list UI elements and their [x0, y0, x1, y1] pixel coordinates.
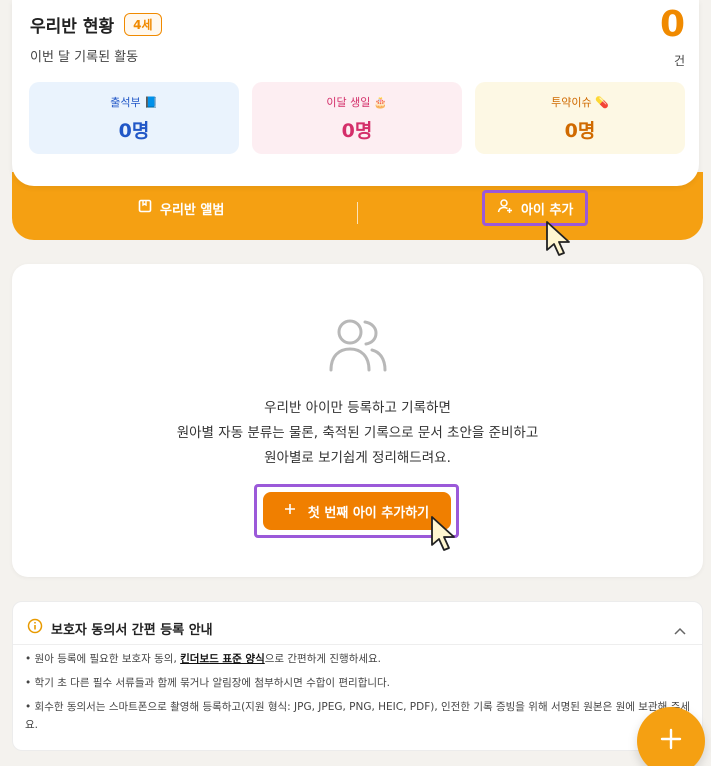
- age-badge: 4세: [124, 13, 162, 36]
- add-child-label: 아이 추가: [521, 202, 574, 218]
- activity-count: 0: [659, 4, 685, 45]
- attendance-value: 0명: [118, 120, 150, 142]
- guide-item: • 학기 초 다른 필수 서류들과 함께 묶거나 알림장에 첨부하시면 수합이 …: [25, 677, 391, 689]
- birthday-label: 이달 생일 🎂: [326, 96, 388, 109]
- birthday-value: 0명: [341, 120, 373, 142]
- guide-divider: [13, 644, 702, 645]
- medication-label: 투약이슈 💊: [551, 96, 609, 109]
- info-icon: [27, 618, 43, 638]
- class-album-label: 우리반 앨범: [160, 202, 225, 218]
- guide-item: • 원아 등록에 필요한 보호자 동의, 킨더보드 표준 양식으로 간편하게 진…: [25, 650, 695, 668]
- plus-icon: [284, 503, 296, 519]
- activity-count-unit: 건: [673, 54, 685, 68]
- guide-title: 보호자 동의서 간편 등록 안내: [51, 622, 213, 638]
- empty-description: 우리반 아이만 등록하고 기록하면 원아별 자동 분류는 물론, 축적된 기록으…: [12, 396, 703, 471]
- cursor-icon: [429, 515, 461, 557]
- guide-header[interactable]: 보호자 동의서 간편 등록 안내: [27, 618, 213, 638]
- add-first-child-label: 첫 번째 아이 추가하기: [307, 505, 430, 521]
- guide-item-text: 으로 간편하게 진행하세요.: [264, 653, 382, 665]
- user-add-icon: [497, 198, 513, 218]
- empty-state-card: 우리반 아이만 등록하고 기록하면 원아별 자동 분류는 물론, 축적된 기록으…: [12, 264, 703, 577]
- chevron-up-icon[interactable]: [674, 620, 686, 639]
- empty-line: 원아별로 보기쉽게 정리해드려요.: [264, 450, 451, 466]
- status-title-row: 우리반 현황 4세: [30, 12, 162, 37]
- medication-value: 0명: [564, 120, 596, 142]
- album-icon: [138, 199, 152, 217]
- status-card: 우리반 현황 4세 이번 달 기록된 활동 0 건 출석부 📘 0명 이달 생일…: [12, 0, 699, 186]
- class-album-button[interactable]: 우리반 앨범: [138, 190, 224, 226]
- empty-line: 우리반 아이만 등록하고 기록하면: [264, 400, 451, 416]
- guide-item: • 회수한 동의서는 스마트폰으로 촬영해 등록하고(지원 형식: JPG, J…: [25, 701, 690, 731]
- action-divider: [357, 202, 358, 224]
- medication-stat[interactable]: 투약이슈 💊 0명: [475, 82, 685, 154]
- guide-item-text: • 원아 등록에 필요한 보호자 동의,: [25, 653, 181, 665]
- status-subtitle: 이번 달 기록된 활동: [30, 50, 139, 65]
- birthday-stat[interactable]: 이달 생일 🎂 0명: [252, 82, 462, 154]
- cursor-icon: [544, 220, 576, 262]
- attendance-stat[interactable]: 출석부 📘 0명: [29, 82, 239, 154]
- attendance-label: 출석부 📘: [110, 96, 158, 109]
- consent-guide-card: 보호자 동의서 간편 등록 안내 • 원아 등록에 필요한 보호자 동의, 킨더…: [12, 601, 703, 751]
- standard-form-link[interactable]: 킨더보드 표준 양식: [180, 653, 265, 665]
- floating-add-button[interactable]: [637, 707, 705, 766]
- add-first-child-button[interactable]: 첫 번째 아이 추가하기: [262, 492, 451, 530]
- plus-icon: [659, 727, 683, 755]
- people-icon: [328, 316, 388, 378]
- guide-list: • 원아 등록에 필요한 보호자 동의, 킨더보드 표준 양식으로 간편하게 진…: [25, 650, 695, 740]
- page-title: 우리반 현황: [30, 17, 115, 37]
- empty-line: 원아별 자동 분류는 물론, 축적된 기록으로 문서 초안을 준비하고: [176, 425, 539, 441]
